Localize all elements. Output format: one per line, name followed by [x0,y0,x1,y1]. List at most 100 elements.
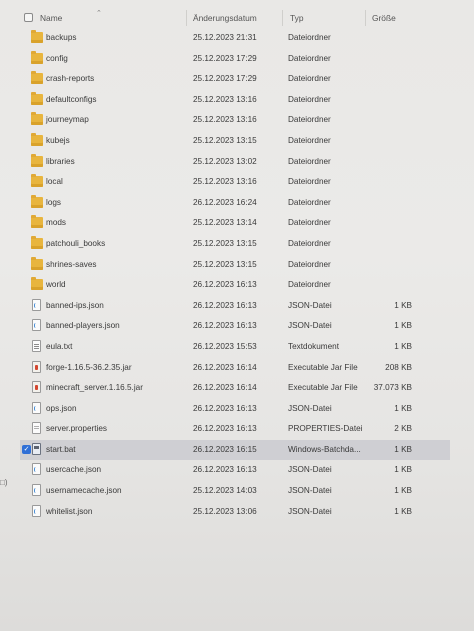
file-date: 25.12.2023 13:14 [193,218,257,228]
file-size: 1 KB [394,403,412,413]
file-date: 25.12.2023 13:16 [193,115,257,125]
folder-icon [31,174,43,188]
file-date: 25.12.2023 13:16 [193,94,257,104]
file-type: Executable Jar File [288,383,358,393]
file-type: Executable Jar File [288,362,358,372]
file-name: defaultconfigs [46,94,97,104]
file-name: backups [46,33,77,42]
file-date: 25.12.2023 13:15 [193,135,257,145]
file-row[interactable]: local 25.12.2023 13:16 Dateiordner [20,172,450,193]
file-name: kubejs [46,135,70,145]
file-date: 26.12.2023 16:15 [193,444,257,454]
file-date: 25.12.2023 13:06 [193,506,257,516]
file-name: journeymap [46,115,89,125]
file-row[interactable]: whitelist.json 25.12.2023 13:06 JSON-Datei… [20,502,450,523]
file-name: usercache.json [46,465,102,475]
file-date: 25.12.2023 13:16 [193,177,257,187]
file-row[interactable]: backups 25.12.2023 21:31 Dateiordner [20,28,450,49]
file-name: config [46,53,68,63]
file-row[interactable]: ✓ start.bat 26.12.2023 16:15 Windows-Batchd… [20,439,450,461]
column-divider[interactable] [186,10,187,26]
file-row[interactable]: journeymap 25.12.2023 13:16 Dateiordner [20,110,450,131]
column-header-name[interactable]: Name [40,13,62,23]
folder-icon [31,50,43,64]
file-date: 25.12.2023 14:03 [193,486,257,496]
folder-icon [31,91,43,105]
file-type: Dateiordner [288,33,331,42]
file-type: Dateiordner [288,94,331,104]
file-row[interactable]: libraries 25.12.2023 13:02 Dateiordner [20,152,450,173]
file-row[interactable]: logs 26.12.2023 16:24 Dateiordner [20,193,450,214]
column-header-row: Name ⌃ Änderungsdatum Typ Größe [20,8,450,28]
file-type: PROPERTIES-Datei [288,424,363,434]
file-name: mods [46,218,67,228]
file-size: 208 KB [385,362,412,372]
file-name: libraries [46,156,75,166]
file-name: server.properties [46,424,107,434]
file-name: eula.txt [46,341,73,351]
file-row[interactable]: crash-reports 25.12.2023 17:29 Dateiordner [20,69,450,90]
folder-icon [31,112,43,126]
column-header-size[interactable]: Größe [372,13,396,23]
file-row[interactable]: defaultconfigs 25.12.2023 13:16 Dateiordne… [20,90,450,111]
file-date: 26.12.2023 16:14 [193,383,257,393]
file-name: whitelist.json [46,506,93,516]
file-name: banned-players.json [46,321,120,331]
file-size: 1 KB [394,300,412,310]
file-name: minecraft_server.1.16.5.jar [46,383,143,393]
file-name: logs [46,197,62,207]
json-file-icon [32,298,41,311]
file-rows: backups 25.12.2023 21:31 Dateiordner config… [20,28,450,522]
file-row[interactable]: mods 25.12.2023 13:14 Dateiordner [20,213,450,234]
file-name: patchouli_books [46,238,106,248]
row-checkbox[interactable]: ✓ [22,444,31,454]
folder-icon [31,235,43,249]
folder-icon [31,30,43,43]
file-row[interactable]: forge-1.16.5-36.2.35.jar 26.12.2023 16:14… [20,358,450,379]
jar-file-icon [32,360,41,373]
file-row[interactable]: ops.json 26.12.2023 16:13 JSON-Datei 1 KB [20,399,450,420]
file-name: local [46,177,63,187]
file-date: 26.12.2023 16:13 [193,321,257,331]
file-row[interactable]: eula.txt 26.12.2023 15:53 Textdokument 1 KB [20,337,450,358]
column-header-type[interactable]: Typ [290,13,304,23]
file-type: JSON-Datei [288,486,332,496]
file-name: forge-1.16.5-36.2.35.jar [46,362,132,372]
file-type: Dateiordner [288,74,331,84]
file-size: 37.073 KB [373,383,412,393]
file-row[interactable]: world 26.12.2023 16:13 Dateiordner [20,275,450,296]
file-type: Dateiordner [288,156,331,166]
column-divider[interactable] [365,10,366,26]
file-type: Textdokument [288,341,339,351]
column-header-date[interactable]: Änderungsdatum [193,13,257,23]
file-date: 26.12.2023 15:53 [193,341,257,351]
file-row[interactable]: usercache.json 26.12.2023 16:13 JSON-Datei… [20,460,450,481]
file-name: usernamecache.json [46,486,122,496]
file-type: Dateiordner [288,197,331,207]
file-type: JSON-Datei [288,506,332,516]
folder-icon [31,215,43,229]
file-date: 25.12.2023 13:15 [193,259,257,269]
file-row[interactable]: usernamecache.json 25.12.2023 14:03 JSON-D… [20,481,450,502]
file-row[interactable]: patchouli_books 25.12.2023 13:15 Dateiordn… [20,234,450,255]
file-type: Dateiordner [288,115,331,125]
file-row[interactable]: banned-ips.json 26.12.2023 16:13 JSON-Date… [20,296,450,317]
file-name: start.bat [46,444,76,454]
file-date: 26.12.2023 16:14 [193,362,257,372]
file-row[interactable]: kubejs 25.12.2023 13:15 Dateiordner [20,131,450,152]
file-row[interactable]: server.properties 26.12.2023 16:13 PROPERT… [20,419,450,440]
text-file-icon [32,339,41,352]
file-row[interactable]: config 25.12.2023 17:29 Dateiordner [20,49,450,70]
file-size: 1 KB [394,444,412,454]
file-row[interactable]: banned-players.json 26.12.2023 16:13 JSON-… [20,316,450,337]
properties-file-icon [32,422,41,435]
file-name: shrines-saves [46,259,97,269]
column-divider[interactable] [282,10,283,26]
file-date: 25.12.2023 17:29 [193,74,257,84]
select-all-checkbox[interactable] [24,13,33,22]
file-size: 1 KB [394,486,412,496]
file-date: 26.12.2023 16:13 [193,403,257,413]
file-row[interactable]: minecraft_server.1.16.5.jar 26.12.2023 16… [20,378,450,399]
json-file-icon [32,484,41,497]
file-row[interactable]: shrines-saves 25.12.2023 13:15 Dateiordner [20,255,450,276]
